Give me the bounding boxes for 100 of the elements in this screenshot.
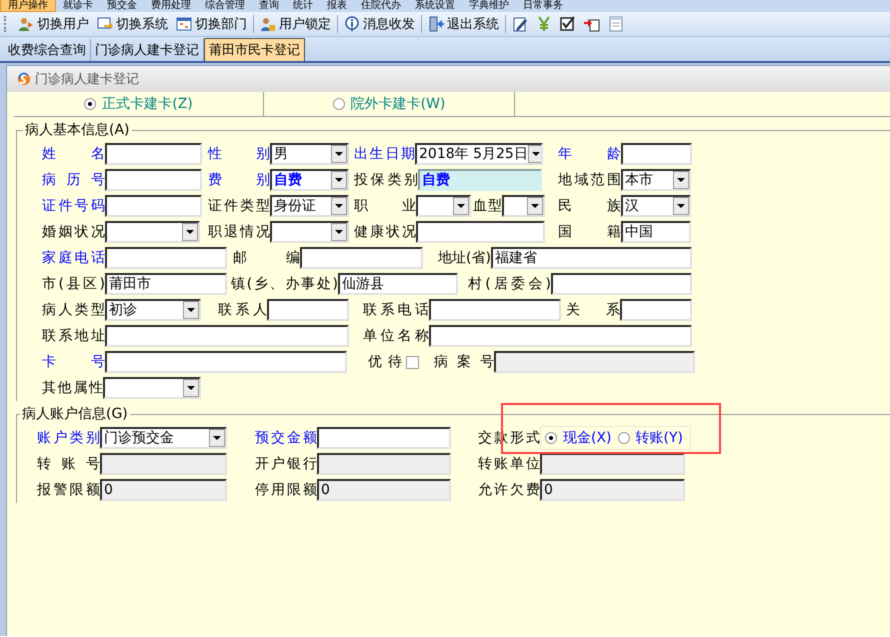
text-field[interactable] bbox=[621, 143, 692, 165]
caret-icon[interactable] bbox=[335, 152, 343, 156]
radio-button[interactable] bbox=[332, 98, 345, 110]
field-label: 职退情况 bbox=[208, 223, 270, 241]
field-label: 病 案 号 bbox=[434, 353, 494, 371]
menu-item[interactable]: 日常事务 bbox=[516, 0, 570, 12]
text-field[interactable]: 莆田市 bbox=[105, 273, 227, 295]
field-label: 年 龄 bbox=[558, 145, 621, 163]
caret-icon[interactable] bbox=[335, 178, 343, 182]
caret-icon[interactable] bbox=[532, 152, 540, 156]
radio-label[interactable]: 转账(Y) bbox=[636, 429, 683, 447]
menu-item[interactable]: 查询 bbox=[252, 0, 286, 12]
text-field[interactable]: 仙游县 bbox=[338, 273, 458, 295]
dropdown[interactable]: 男 bbox=[270, 143, 349, 165]
menu-item[interactable]: 费用处理 bbox=[144, 0, 198, 12]
field-label: 投保类别 bbox=[354, 171, 418, 189]
document-arrow-icon[interactable] bbox=[584, 16, 600, 32]
caret-icon[interactable] bbox=[335, 204, 343, 208]
menu-item[interactable]: 综合管理 bbox=[198, 0, 252, 12]
field-label: 允许欠费 bbox=[478, 481, 540, 499]
field-label: 病 历 号 bbox=[42, 171, 105, 189]
text-field[interactable] bbox=[267, 299, 349, 321]
caret-icon[interactable] bbox=[457, 204, 465, 208]
radio-label[interactable]: 院外卡建卡(W) bbox=[350, 95, 446, 113]
dropdown[interactable]: 2018年 5月25日 bbox=[415, 143, 543, 165]
radio-button[interactable] bbox=[84, 98, 96, 110]
toolbar-button[interactable]: 切换部门 bbox=[174, 15, 249, 33]
dropdown[interactable]: 门诊预交金 bbox=[100, 427, 227, 449]
field-label: 病人类型 bbox=[42, 301, 105, 319]
readonly-field: 自费 bbox=[418, 169, 542, 191]
caret-icon[interactable] bbox=[677, 178, 685, 182]
caret-icon[interactable] bbox=[213, 436, 221, 440]
dropdown[interactable] bbox=[270, 221, 349, 243]
field-label: 卡 号 bbox=[42, 353, 105, 371]
field-label: 转 账 号 bbox=[37, 455, 100, 473]
window-icon[interactable] bbox=[608, 16, 624, 32]
field-label: 血型 bbox=[473, 197, 502, 215]
dropdown[interactable]: 初诊 bbox=[105, 299, 201, 321]
radio-button[interactable] bbox=[618, 432, 630, 444]
text-field[interactable] bbox=[105, 247, 227, 269]
caret-icon[interactable] bbox=[531, 204, 539, 208]
text-field[interactable] bbox=[105, 169, 202, 191]
field-label: 国 籍 bbox=[558, 223, 621, 241]
disabled-field: 0 bbox=[317, 479, 451, 501]
toolbar-button[interactable]: 退出系统 bbox=[426, 15, 501, 33]
field-label: 费 别 bbox=[208, 171, 270, 189]
dropdown[interactable]: 本市 bbox=[621, 169, 691, 191]
text-field[interactable] bbox=[429, 325, 692, 347]
radio-button[interactable] bbox=[545, 432, 557, 444]
caret-icon[interactable] bbox=[677, 204, 685, 208]
dropdown[interactable]: 身份证 bbox=[270, 195, 349, 217]
pencil-icon[interactable] bbox=[512, 16, 528, 32]
text-field[interactable] bbox=[300, 247, 423, 269]
menu-item[interactable]: 就诊卡 bbox=[56, 0, 100, 12]
field-label: 预交金额 bbox=[255, 429, 317, 447]
door-exit-icon bbox=[428, 16, 444, 32]
text-field[interactable]: 中国 bbox=[621, 221, 691, 243]
dropdown[interactable] bbox=[416, 195, 471, 217]
window-arrow-icon bbox=[97, 16, 113, 32]
field-label: 优待 bbox=[368, 353, 402, 371]
dropdown[interactable]: 汉 bbox=[621, 195, 691, 217]
field-label: 健康状况 bbox=[354, 223, 416, 241]
tab[interactable]: 收费综合查询 bbox=[4, 39, 91, 61]
field-label: 市(县区) bbox=[42, 275, 105, 293]
toolbar-button[interactable]: 切换用户 bbox=[16, 15, 91, 33]
toolbar-button[interactable]: 切换系统 bbox=[95, 15, 170, 33]
text-field[interactable] bbox=[105, 325, 349, 347]
yen-icon[interactable] bbox=[536, 16, 552, 32]
text-field[interactable] bbox=[105, 143, 202, 165]
radio-label[interactable]: 现金(X) bbox=[563, 429, 612, 447]
text-field[interactable] bbox=[551, 273, 692, 295]
field-label: 开户银行 bbox=[255, 455, 317, 473]
text-field[interactable] bbox=[429, 299, 561, 321]
dropdown[interactable] bbox=[502, 195, 545, 217]
menu-item[interactable]: 住院代办 bbox=[354, 0, 408, 12]
caret-icon[interactable] bbox=[187, 386, 195, 390]
text-field[interactable]: 福建省 bbox=[491, 247, 692, 269]
radio-label[interactable]: 正式卡建卡(Z) bbox=[102, 95, 193, 113]
tab[interactable]: 莆田市民卡登记 bbox=[204, 38, 305, 61]
checkbox-icon[interactable] bbox=[560, 16, 576, 32]
caret-icon[interactable] bbox=[335, 230, 343, 234]
text-field[interactable] bbox=[416, 221, 545, 243]
menu-item[interactable]: 报表 bbox=[320, 0, 354, 12]
field-label: 民 族 bbox=[558, 197, 621, 215]
field-label: 姓 名 bbox=[42, 145, 105, 163]
checkbox[interactable] bbox=[406, 356, 419, 368]
field-label: 性 别 bbox=[208, 145, 270, 163]
caret-icon[interactable] bbox=[187, 308, 195, 312]
text-field[interactable] bbox=[105, 351, 347, 373]
field-label: 证件类型 bbox=[208, 197, 270, 215]
caret-icon[interactable] bbox=[186, 230, 194, 234]
dropdown[interactable]: 自费 bbox=[270, 169, 349, 191]
field-label: 镇(乡、办事处) bbox=[231, 275, 338, 293]
dropdown[interactable] bbox=[103, 377, 201, 399]
text-field[interactable] bbox=[105, 195, 202, 217]
dropdown[interactable] bbox=[105, 221, 200, 243]
toolbar-button[interactable]: 用户锁定 bbox=[258, 15, 333, 33]
text-field[interactable] bbox=[620, 299, 692, 321]
text-field[interactable] bbox=[317, 427, 451, 449]
toolbar-button[interactable]: 消息收发 bbox=[342, 15, 417, 33]
